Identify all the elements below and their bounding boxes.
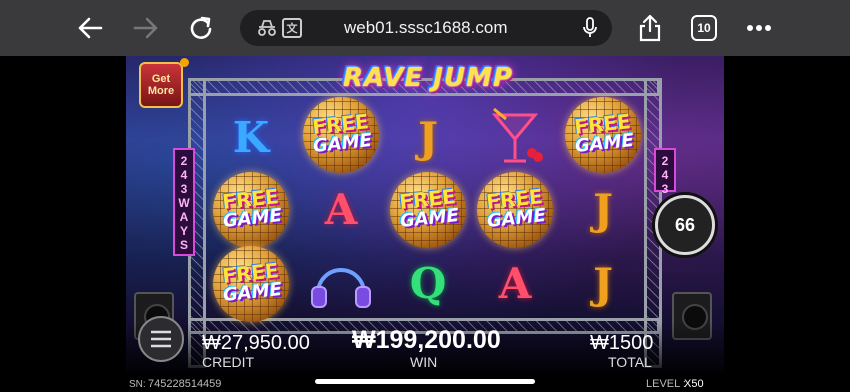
incognito-icon[interactable] (256, 18, 278, 43)
address-bar[interactable]: 文 web01.sssc1688.com (240, 10, 612, 46)
symbol-free-game: FREE GAME (208, 172, 294, 248)
symbol-headphones (298, 246, 384, 320)
symbol-a: A (324, 184, 358, 234)
total-bet-label: TOTAL (608, 354, 652, 370)
win-label: WIN (410, 354, 438, 370)
symbol-free-game: FREE GAME (560, 97, 646, 173)
home-indicator (315, 379, 535, 384)
notification-dot (180, 58, 189, 67)
share-icon[interactable] (634, 12, 666, 44)
symbol-j: J (593, 184, 613, 234)
auto-spin-count: 66 (674, 214, 696, 235)
symbol-free-game: FREE GAME (385, 172, 471, 248)
win-value: ₩199,200.00 (352, 326, 501, 354)
credit-value: ₩27,950.00 (202, 332, 310, 354)
letterbox-right (724, 56, 850, 392)
ways-panel-right: 243 (654, 148, 676, 196)
symbol-cocktail (472, 100, 558, 174)
forward-arrow-icon[interactable] (130, 12, 162, 44)
auto-spin-button[interactable]: 66 (655, 195, 715, 255)
get-more-button[interactable]: Get More (139, 62, 183, 108)
symbol-free-game: FREE GAME (472, 172, 558, 248)
browser-toolbar: 文 web01.sssc1688.com 10 (0, 0, 850, 56)
symbol-q: Q (409, 258, 447, 308)
level-label: LEVEL : (646, 378, 686, 390)
back-arrow-icon[interactable] (74, 12, 106, 44)
menu-button[interactable] (138, 316, 184, 362)
symbol-k: K (232, 112, 270, 162)
more-icon[interactable] (743, 12, 775, 44)
microphone-icon[interactable] (582, 17, 598, 44)
credit-label: CREDIT (202, 354, 255, 370)
translate-icon[interactable]: 文 (282, 18, 302, 38)
serial-number: 745228514459 (148, 378, 222, 390)
symbol-free-game: FREE GAME (208, 246, 294, 322)
game-logo: RAVE JUMP (342, 63, 514, 93)
ways-panel-left: 243 WAYS (173, 148, 195, 256)
letterbox-left (0, 56, 126, 392)
hamburger-icon (151, 330, 171, 348)
symbol-free-game: FREE GAME (298, 97, 384, 173)
reload-icon[interactable] (185, 12, 217, 44)
symbol-a: A (498, 258, 532, 308)
level-value: X50 (684, 378, 704, 390)
total-bet-value: ₩1500 (590, 332, 654, 354)
tabs-icon[interactable]: 10 (691, 15, 717, 41)
serial-label: SN: (129, 379, 146, 390)
url-text: web01.sssc1688.com (344, 18, 508, 37)
symbol-j: J (593, 258, 613, 308)
symbol-j: J (418, 112, 438, 162)
